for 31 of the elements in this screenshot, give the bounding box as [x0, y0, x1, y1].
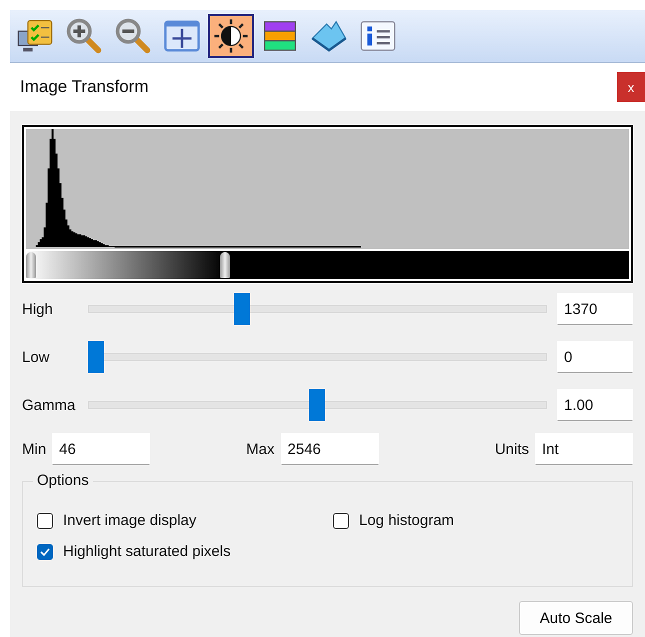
field-label: Max	[246, 440, 275, 458]
checkbox[interactable]	[37, 544, 53, 560]
close-button[interactable]: x	[617, 72, 645, 102]
checkbox[interactable]	[37, 512, 53, 528]
slider-handle[interactable]	[26, 252, 36, 278]
value-field[interactable]: 1.00	[557, 389, 633, 421]
field-label: Min	[22, 440, 46, 458]
checkbox-label: Invert image display	[63, 512, 196, 529]
slider-label: Gamma	[22, 396, 76, 414]
slider-thumb[interactable]	[234, 293, 250, 325]
slider[interactable]	[88, 389, 547, 421]
group-title: Options	[33, 472, 93, 489]
slider-label: High	[22, 300, 54, 318]
slider-thumb[interactable]	[88, 341, 104, 373]
contrast-icon[interactable]	[208, 14, 254, 58]
checkbox-label: Log histogram	[359, 512, 454, 529]
input-field[interactable]: 2546	[280, 433, 379, 465]
window-title: Image Transform	[20, 77, 148, 97]
input-field[interactable]: 46	[52, 433, 150, 465]
checkbox[interactable]	[333, 512, 349, 528]
field-label: Units	[494, 440, 529, 458]
slider-label: Low	[22, 348, 51, 366]
check-icon	[39, 546, 51, 558]
input-field[interactable]: Int	[535, 433, 633, 465]
value-field[interactable]: 0	[557, 341, 633, 373]
slider-thumb[interactable]	[308, 389, 324, 421]
checkbox-label: Highlight saturated pixels	[63, 543, 231, 560]
slider[interactable]	[88, 293, 547, 325]
value-field[interactable]: 1370	[557, 293, 633, 325]
slider[interactable]	[88, 341, 547, 373]
auto-scale-button[interactable]: Auto Scale	[519, 601, 633, 635]
